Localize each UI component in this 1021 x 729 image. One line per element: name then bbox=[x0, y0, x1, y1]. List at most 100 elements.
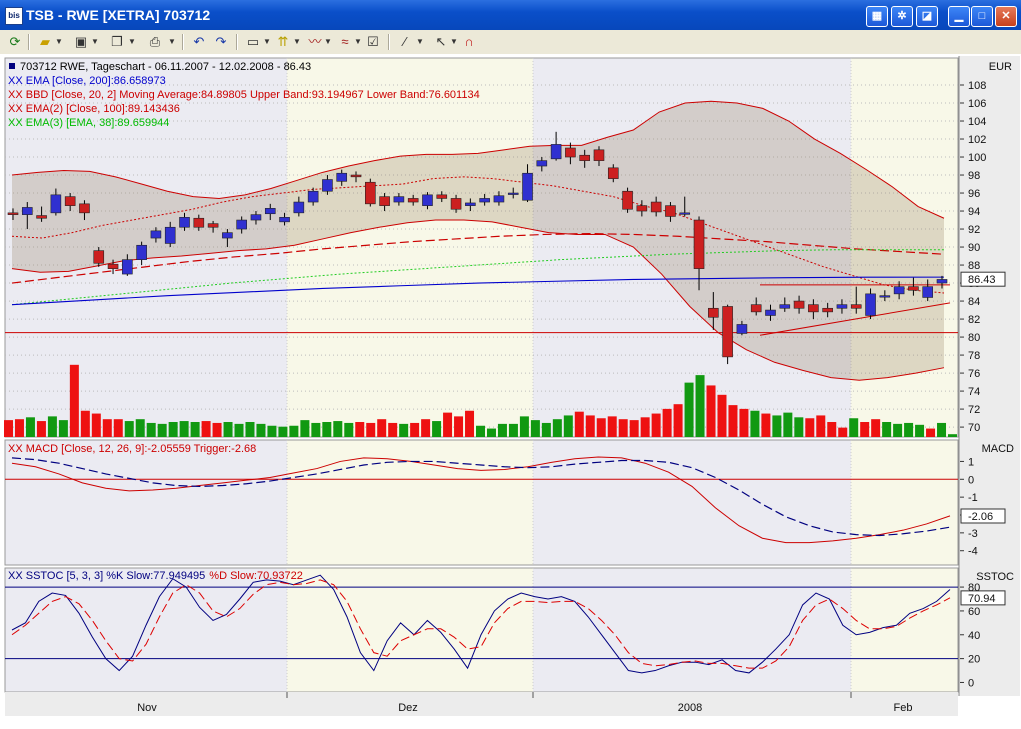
volume-bar bbox=[706, 385, 716, 437]
candle-body bbox=[336, 172, 348, 182]
open-folder-icon[interactable]: ▰ bbox=[36, 33, 54, 51]
axis-tick-label: 92 bbox=[968, 224, 980, 236]
volume-bar bbox=[443, 412, 453, 437]
volume-bar bbox=[289, 425, 299, 437]
volume-bar bbox=[783, 412, 793, 437]
candle-body bbox=[808, 304, 819, 313]
volume-bar bbox=[278, 426, 288, 437]
magnet-icon[interactable]: ∩ bbox=[460, 33, 478, 51]
volume-bar bbox=[508, 423, 518, 437]
settings-icon[interactable]: ✲ bbox=[891, 6, 913, 27]
volume-bar bbox=[399, 423, 409, 437]
candle-body bbox=[865, 293, 876, 316]
candle-body bbox=[250, 214, 262, 221]
axis-tick-label: 0 bbox=[968, 474, 974, 486]
line-style-icon[interactable]: ≈ bbox=[336, 33, 354, 51]
axis-tick-label: 76 bbox=[968, 368, 980, 380]
volume-bar bbox=[574, 411, 584, 437]
axis-tick-label: -4 bbox=[968, 546, 978, 558]
print-icon[interactable]: ⎙ bbox=[146, 33, 164, 51]
axis-tick-label: 72 bbox=[968, 404, 980, 416]
refresh-icon[interactable]: ⟳ bbox=[6, 33, 24, 51]
volume-bar bbox=[948, 434, 957, 437]
chevron-down-icon[interactable]: ▼ bbox=[128, 33, 136, 51]
chevron-down-icon[interactable]: ▼ bbox=[91, 33, 99, 51]
candle-body bbox=[493, 195, 505, 203]
maximize-button[interactable]: □ bbox=[971, 6, 993, 27]
volume-bar bbox=[596, 418, 606, 437]
chevron-down-icon[interactable]: ▼ bbox=[55, 33, 63, 51]
volume-bar bbox=[300, 420, 310, 437]
help-icon[interactable]: ◪ bbox=[916, 6, 938, 27]
time-axis-label: Feb bbox=[894, 702, 913, 714]
axis-tick-label: 40 bbox=[968, 630, 980, 642]
candle-icon[interactable]: ⇈ bbox=[274, 33, 292, 51]
volume-bar bbox=[322, 422, 332, 437]
chevron-down-icon[interactable]: ▼ bbox=[354, 33, 362, 51]
volume-bar bbox=[80, 410, 90, 437]
chevron-down-icon[interactable]: ▼ bbox=[168, 33, 176, 51]
volume-bar bbox=[816, 415, 826, 437]
candle-body bbox=[422, 194, 433, 206]
price-chart-header: 703712 RWE, Tageschart - 06.11.2007 - 12… bbox=[20, 61, 311, 73]
copy-icon[interactable]: ❐ bbox=[108, 33, 126, 51]
chevron-down-icon[interactable]: ▼ bbox=[416, 33, 424, 51]
volume-bar bbox=[14, 419, 24, 437]
redo-icon[interactable]: ↷ bbox=[212, 33, 230, 51]
panel-background bbox=[851, 440, 958, 565]
candle-body bbox=[650, 201, 662, 213]
axis-tick-label: 94 bbox=[968, 206, 980, 218]
properties-icon[interactable]: ☑ bbox=[364, 33, 382, 51]
volume-bar bbox=[69, 364, 79, 437]
volume-bar bbox=[91, 413, 101, 437]
save-icon[interactable]: ▣ bbox=[72, 33, 90, 51]
candle-body bbox=[393, 196, 405, 203]
volume-bar bbox=[135, 419, 145, 437]
undo-icon[interactable]: ↶ bbox=[190, 33, 208, 51]
window-titlebar: bis TSB - RWE [XETRA] 703712 ▦ ✲ ◪ ▁ □ ✕ bbox=[0, 0, 1021, 30]
axis-tick-label: 104 bbox=[968, 116, 986, 128]
candle-body bbox=[307, 190, 319, 203]
chart-canvas[interactable]: 7072747678808284868890929496981001021041… bbox=[0, 54, 1021, 729]
candle-body bbox=[607, 167, 619, 179]
volume-bar bbox=[794, 417, 804, 437]
candle-body bbox=[636, 205, 648, 212]
price-legend-entry: XX EMA(2) [Close, 100]:89.143436 bbox=[8, 103, 180, 115]
volume-bar bbox=[585, 415, 595, 437]
volume-bar bbox=[926, 428, 936, 437]
axis-tick-label: 20 bbox=[968, 654, 980, 666]
draw-line-icon[interactable]: ⁄ bbox=[396, 33, 414, 51]
chevron-down-icon[interactable]: ▼ bbox=[324, 33, 332, 51]
app-icon: bis bbox=[5, 7, 23, 25]
volume-bar bbox=[201, 421, 211, 437]
candle-body bbox=[479, 198, 490, 203]
minimize-button[interactable]: ▁ bbox=[948, 6, 970, 27]
volume-bar bbox=[36, 421, 46, 437]
chart-window-icon[interactable]: ▭ bbox=[244, 33, 262, 51]
chevron-down-icon[interactable]: ▼ bbox=[450, 33, 458, 51]
indicator-icon[interactable]: 〰 bbox=[306, 33, 324, 51]
volume-bar bbox=[223, 422, 233, 437]
volume-bar bbox=[212, 422, 222, 437]
menu-grid-icon[interactable]: ▦ bbox=[866, 6, 888, 27]
candle-body bbox=[350, 174, 362, 178]
volume-bar bbox=[4, 420, 13, 437]
candle-body bbox=[222, 232, 233, 239]
axis-tick-label: 78 bbox=[968, 350, 980, 362]
volume-bar bbox=[717, 394, 727, 437]
close-button[interactable]: ✕ bbox=[995, 6, 1017, 27]
volume-bar bbox=[366, 422, 376, 437]
volume-bar bbox=[179, 421, 189, 437]
chevron-down-icon[interactable]: ▼ bbox=[263, 33, 271, 51]
candle-body bbox=[450, 198, 462, 210]
candle-body bbox=[293, 201, 305, 214]
volume-bar bbox=[915, 424, 925, 437]
chevron-down-icon[interactable]: ▼ bbox=[293, 33, 301, 51]
candle-body bbox=[522, 172, 533, 201]
volume-bar bbox=[113, 419, 123, 437]
volume-bar bbox=[618, 419, 628, 437]
volume-bar bbox=[904, 422, 914, 437]
axis-tick-label: 96 bbox=[968, 188, 980, 200]
toolbar: ⟳ ▰ ▼ ▣ ▼ ❐ ▼ ⎙ ▼ ↶ ↷ ▭ ▼ ⇈ ▼ 〰 ▼ ≈ ▼ ☑ … bbox=[0, 30, 1021, 55]
pointer-icon[interactable]: ↖ bbox=[432, 33, 450, 51]
